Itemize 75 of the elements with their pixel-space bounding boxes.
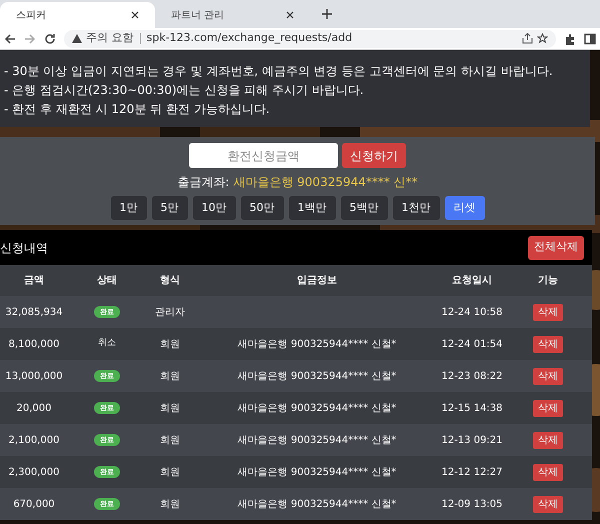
column-header: 금액 — [24, 274, 44, 288]
table-cell-text: 새마을은행 900325944**** 신철* — [238, 466, 396, 480]
table-cell-text: 12-24 10:58 — [441, 306, 503, 320]
table-cell-text: 회원 — [160, 338, 180, 352]
notice-line: - 환전 후 재환전 시 120분 뒤 환전 가능하십니다. — [4, 101, 271, 117]
table-cell-text: 관리자 — [155, 306, 185, 320]
sidebar-icon[interactable] — [584, 32, 596, 44]
security-label: 주의 요함 — [86, 30, 134, 46]
table-cell-text: 새마을은행 900325944**** 신철* — [238, 370, 396, 384]
column-header: 형식 — [160, 274, 180, 288]
delete-button[interactable]: 삭제 — [533, 400, 563, 416]
table-cell-text: 12-12 12:27 — [441, 466, 503, 480]
delete-button[interactable]: 삭제 — [533, 432, 563, 448]
table-cell-text: 12-24 01:54 — [441, 338, 503, 352]
new-tab-icon[interactable] — [322, 9, 332, 19]
url-text: spk-123.com/exchange_requests/add — [146, 30, 354, 46]
tab-label: 파트너 관리 — [171, 8, 224, 22]
address-bar[interactable]: 주의 요함 spk-123.com/exchange_requests/add — [64, 30, 556, 48]
table-cell-text: 새마을은행 900325944**** 신철* — [238, 434, 396, 448]
amount-button[interactable]: 1천만 — [392, 196, 440, 220]
table-cell-text: 회원 — [160, 434, 180, 448]
table-cell-text: 회원 — [160, 402, 180, 416]
amount-button[interactable]: 50만 — [240, 196, 284, 220]
puzzle-icon[interactable] — [564, 32, 576, 44]
delete-button[interactable]: 삭제 — [533, 368, 563, 384]
table-cell-text: 20,000 — [16, 402, 52, 416]
table-cell-text: 회원 — [160, 498, 180, 512]
table-cell-text: 12-13 09:21 — [441, 434, 503, 448]
table-cell-text: 13,000,000 — [5, 370, 63, 384]
amount-button[interactable]: 5백만 — [340, 196, 388, 220]
table-cell-text: 32,085,934 — [5, 306, 63, 320]
reset-button[interactable]: 리셋 — [444, 196, 484, 220]
close-icon[interactable] — [286, 11, 294, 19]
delete-button[interactable]: 삭제 — [533, 304, 563, 320]
browser-tab[interactable]: 파트너 관리 — [155, 2, 310, 28]
table-cell-text: 2,100,000 — [8, 434, 60, 448]
table-cell-text: 12-23 08:22 — [441, 370, 503, 384]
star-icon[interactable] — [537, 33, 548, 44]
table-cell-text: 670,000 — [13, 498, 55, 512]
delete-all-button[interactable]: 전체삭제 — [528, 236, 584, 260]
column-header: 요청일시 — [452, 274, 492, 288]
amount-button[interactable]: 10만 — [192, 196, 236, 220]
table-cell-text: 12-15 14:38 — [441, 402, 503, 416]
status-text: 취소 — [98, 337, 116, 350]
table-cell-text: 8,100,000 — [8, 338, 60, 352]
back-icon[interactable] — [4, 32, 16, 44]
table-cell-text: 2,300,000 — [8, 466, 60, 480]
account-label: 출금계좌: — [177, 174, 230, 191]
section-title: 신청내역 — [0, 240, 48, 256]
amount-button[interactable]: 5만 — [152, 196, 188, 220]
notice-line: - 30분 이상 입금이 지연되는 경우 및 계좌번호, 예금주의 변경 등은 고객센터에 문의 하시길 바랍니다. — [4, 63, 554, 79]
amount-button[interactable]: 1만 — [110, 196, 146, 220]
delete-button[interactable]: 삭제 — [533, 496, 563, 512]
warning-icon — [72, 34, 82, 43]
reload-icon[interactable] — [44, 32, 56, 44]
browser-tab[interactable]: 스피커 — [0, 2, 155, 28]
delete-button[interactable]: 삭제 — [533, 464, 563, 480]
table-cell-text: 회원 — [160, 370, 180, 384]
close-icon[interactable] — [131, 11, 139, 19]
table-cell-text: 12-09 13:05 — [441, 498, 503, 512]
table-cell-text: 새마을은행 900325944**** 신철* — [238, 402, 396, 416]
column-header: 입금정보 — [297, 274, 337, 288]
amount-field[interactable]: 환전신청금액 — [189, 143, 338, 168]
notice-line: - 은행 점검시간(23:30~00:30)에는 신청을 피해 주시기 바랍니다. — [4, 82, 365, 98]
delete-button[interactable]: 삭제 — [533, 336, 563, 352]
account-value: 새마을은행 900325944**** 신** — [233, 174, 418, 191]
column-header: 상태 — [97, 274, 117, 288]
tab-label: 스피커 — [16, 8, 46, 22]
table-cell-text: 새마을은행 900325944**** 신철* — [238, 498, 396, 512]
column-header: 기능 — [538, 274, 558, 288]
share-icon[interactable] — [522, 33, 533, 44]
table-cell-text: 새마을은행 900325944**** 신철* — [238, 338, 396, 352]
amount-button[interactable]: 1백만 — [288, 196, 336, 220]
table-cell-text: 회원 — [160, 466, 180, 480]
submit-button[interactable]: 신청하기 — [342, 143, 406, 168]
